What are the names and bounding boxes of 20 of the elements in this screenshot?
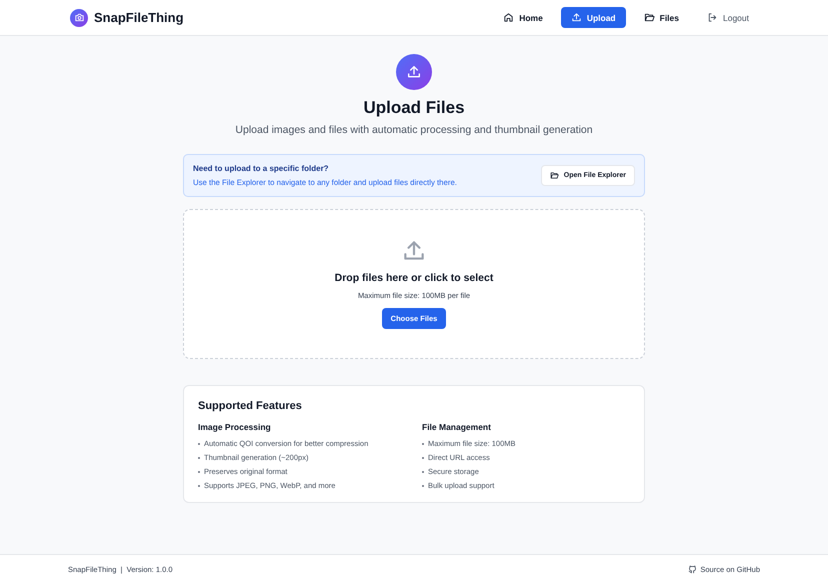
nav-link[interactable]: Home <box>493 7 553 28</box>
features-group-title: Image Processing <box>198 422 272 432</box>
folder-icon <box>550 171 559 180</box>
upload-icon <box>570 12 582 23</box>
nav-link[interactable]: Logout <box>697 7 759 28</box>
nav-link[interactable]: Upload <box>560 7 626 28</box>
brand-name: SnapFileThing <box>94 10 184 25</box>
notice-title: Need to upload to a specific folder? <box>193 164 330 173</box>
folder-icon <box>644 12 655 23</box>
upload-badge-icon <box>396 54 432 90</box>
features-title: Supported Features <box>198 400 303 412</box>
dropzone-title: Drop files here or click to select <box>334 272 494 284</box>
home-icon <box>503 12 514 23</box>
page-title: Upload Files <box>363 98 465 118</box>
logout-icon <box>707 12 718 23</box>
page-subtitle: Upload images and files with automatic processing and thumbnail generation <box>235 124 593 136</box>
features-group-title: File Management <box>422 422 492 432</box>
nav-link[interactable]: Files <box>634 7 689 28</box>
github-icon <box>688 564 698 574</box>
logo-icon <box>70 8 88 26</box>
